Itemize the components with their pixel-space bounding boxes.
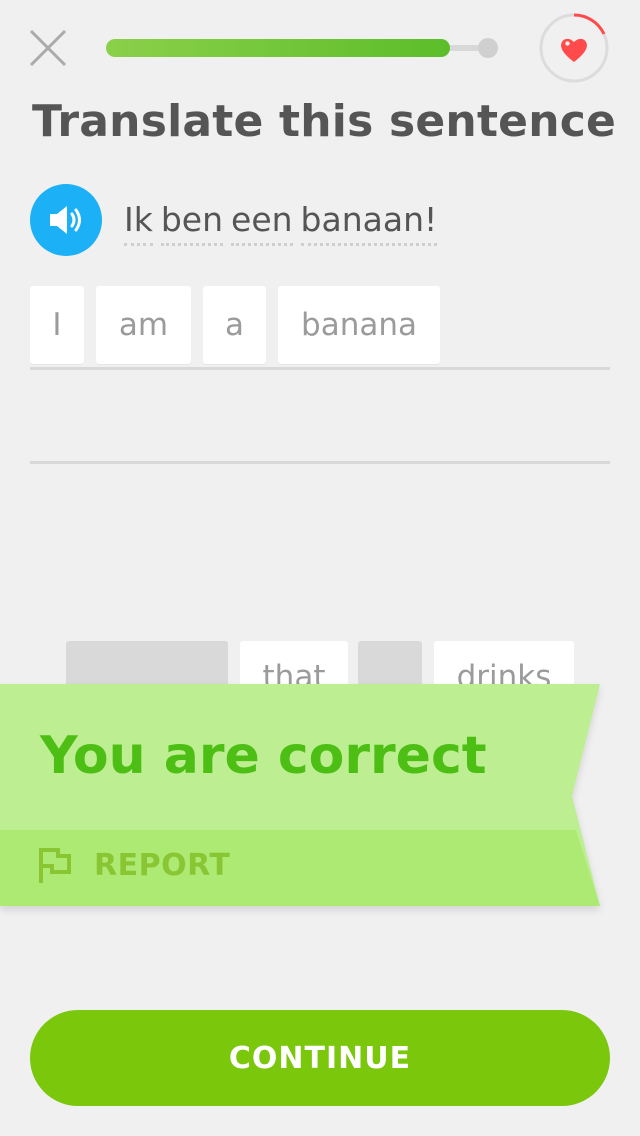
report-label: REPORT	[94, 847, 231, 883]
answer-tile[interactable]: I	[30, 286, 84, 364]
close-button[interactable]	[28, 28, 68, 68]
source-sentence: Ik ben een banaan!	[124, 200, 445, 246]
sentence-word[interactable]: een	[231, 200, 293, 246]
close-icon	[29, 29, 67, 67]
answer-tile[interactable]: banana	[278, 286, 440, 364]
progress-bar-fill	[106, 39, 450, 57]
speaker-button[interactable]	[30, 184, 102, 256]
heart-icon	[561, 38, 587, 62]
page-title: Translate this sentence	[32, 96, 617, 147]
flag-icon	[39, 848, 71, 883]
speaker-icon	[50, 206, 81, 234]
feedback-message: You are correct	[40, 726, 487, 786]
progress-end-marker	[478, 38, 498, 58]
sentence-word[interactable]: ben	[160, 200, 224, 246]
sentence-word[interactable]: Ik	[124, 200, 153, 246]
report-button[interactable]: REPORT	[38, 846, 230, 884]
continue-button[interactable]: CONTINUE	[30, 1010, 610, 1106]
answer-tile[interactable]: am	[96, 286, 191, 364]
answer-line	[30, 367, 610, 370]
sentence-word[interactable]: banaan!	[300, 200, 438, 246]
hearts-indicator[interactable]	[538, 12, 610, 84]
answer-line	[30, 461, 610, 464]
answer-tile[interactable]: a	[203, 286, 266, 364]
